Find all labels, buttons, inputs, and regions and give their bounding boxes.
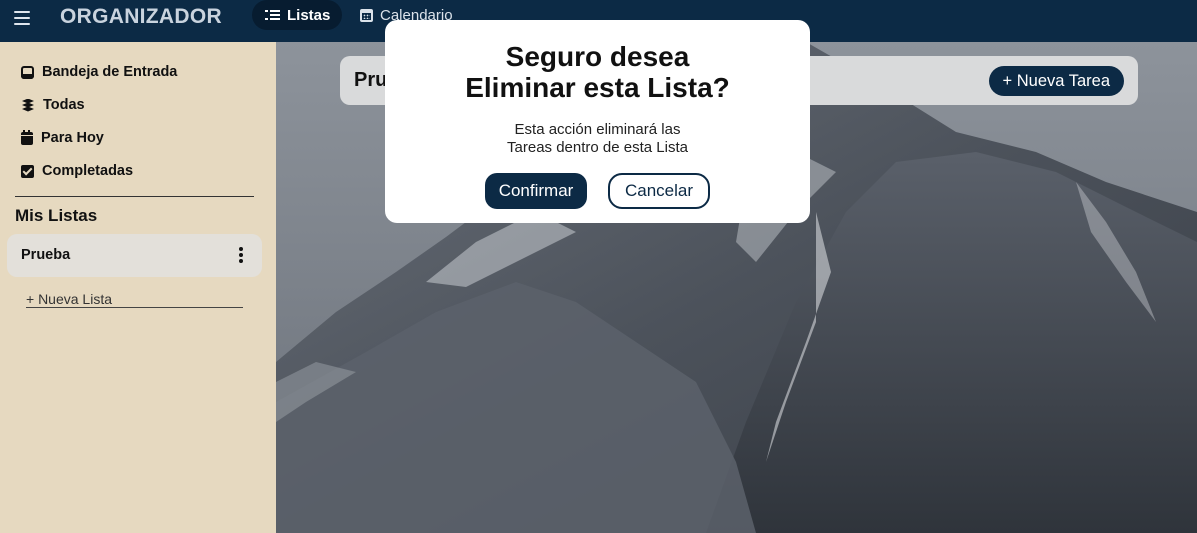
sidebar-item-todas[interactable]: Todas — [21, 97, 85, 113]
dialog-message-line1: Esta acción eliminará las — [514, 121, 681, 138]
list-check-icon — [265, 9, 280, 21]
dialog-message-line2: Tareas dentro de esta Lista — [507, 139, 688, 156]
app-brand: ORGANIZADOR — [60, 5, 222, 28]
sidebar-divider — [15, 196, 254, 197]
sidebar-item-label: Bandeja de Entrada — [42, 64, 178, 80]
inbox-icon — [21, 65, 34, 79]
dialog-title-line1: Seguro desea — [505, 41, 690, 72]
check-square-icon — [21, 164, 34, 178]
sidebar-item-para-hoy[interactable]: Para Hoy — [21, 129, 104, 146]
tab-listas[interactable]: Listas — [252, 0, 342, 30]
cancel-button[interactable]: Cancelar — [608, 173, 710, 209]
sidebar-item-inbox[interactable]: Bandeja de Entrada — [21, 64, 177, 80]
dialog-title: Seguro desea Eliminar esta Lista? — [385, 41, 810, 103]
sidebar-item-completadas[interactable]: Completadas — [21, 163, 133, 179]
dialog-title-line2: Eliminar esta Lista? — [465, 72, 730, 103]
sidebar-item-label: Completadas — [42, 163, 134, 179]
list-item-label: Prueba — [21, 247, 71, 263]
new-task-button[interactable]: + Nueva Tarea — [988, 66, 1124, 96]
calendar-icon — [360, 8, 373, 22]
tab-listas-label: Listas — [287, 6, 331, 24]
dialog-message: Esta acción eliminará las Tareas dentro … — [385, 121, 810, 157]
section-title-mis-listas: Mis Listas — [15, 206, 98, 225]
confirm-button[interactable]: Confirmar — [485, 173, 587, 209]
sidebar-item-label: Todas — [43, 97, 85, 113]
confirm-delete-dialog: Seguro desea Eliminar esta Lista? Esta a… — [385, 20, 810, 223]
list-item-prueba[interactable]: Prueba — [7, 234, 262, 277]
hamburger-menu-icon[interactable] — [14, 11, 30, 25]
list-title: Pru — [354, 69, 388, 91]
kebab-menu-icon[interactable] — [239, 247, 243, 263]
sidebar-item-label: Para Hoy — [41, 130, 104, 146]
calendar-day-icon — [21, 129, 33, 145]
new-list-input[interactable]: + Nueva Lista — [26, 291, 243, 308]
layers-icon — [21, 98, 35, 112]
sidebar: Bandeja de Entrada Todas Para Hoy Comple… — [0, 42, 276, 533]
